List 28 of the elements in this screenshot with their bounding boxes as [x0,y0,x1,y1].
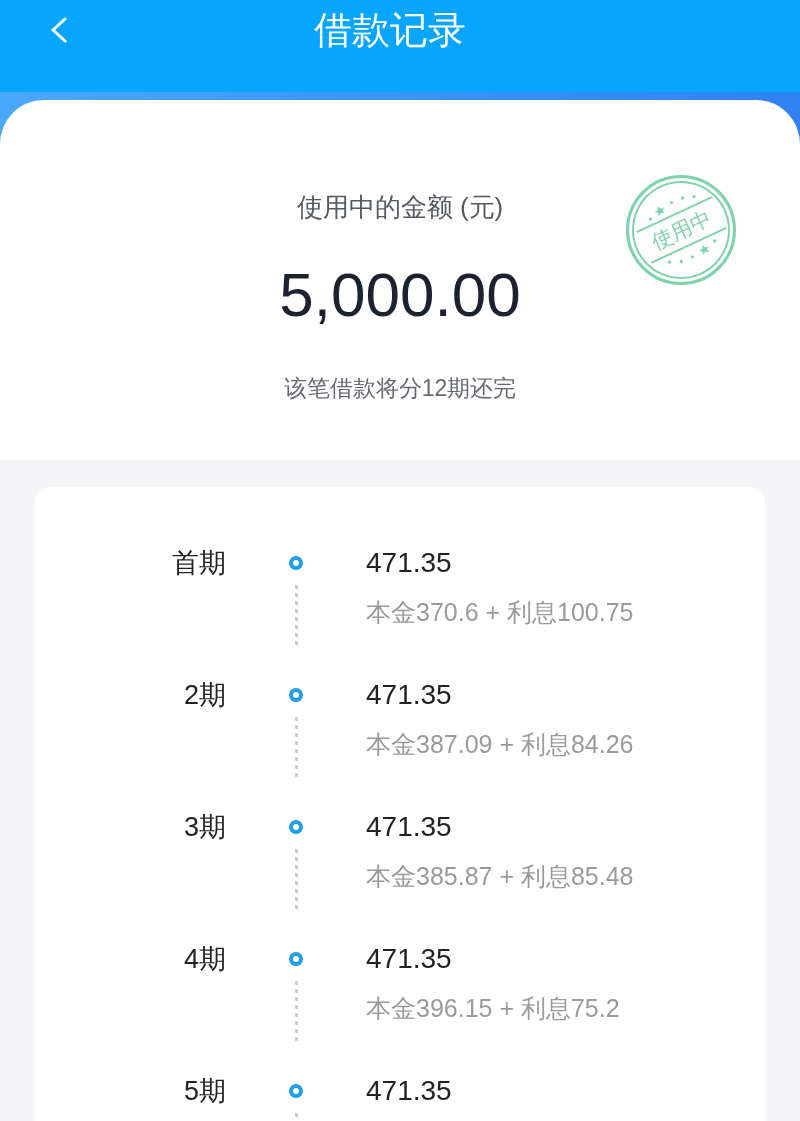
installment-amount: 471.35 [366,942,452,976]
page-title: 借款记录 [314,8,466,52]
installment-amount: 471.35 [366,810,452,844]
back-icon [50,17,68,43]
timeline-dot-icon [289,688,303,702]
amount-label: 使用中的金额 (元) [296,191,504,224]
installment-note: 该笔借款将分12期还完 [283,374,517,403]
timeline-dot-icon [289,952,303,966]
timeline-connector [294,585,298,648]
payment-breakdown: 本金370.6 + 利息100.75 [366,597,634,628]
timeline-connector [294,981,298,1044]
payment-breakdown: 本金396.15 + 利息75.2 [366,993,620,1024]
timeline-dot-icon [289,556,303,570]
installment-amount: 471.35 [366,678,452,712]
installment-amount: 471.35 [366,546,452,580]
payment-breakdown: 本金385.87 + 利息85.48 [366,861,634,892]
period-label: 4期 [183,943,226,976]
payment-breakdown: 本金387.09 + 利息84.26 [366,729,634,760]
period-label: 2期 [183,679,226,712]
period-label: 3期 [183,811,226,844]
timeline-dot-icon [289,1084,303,1098]
period-label: 5期 [183,1075,226,1108]
timeline-connector [294,717,298,780]
timeline-connector [294,849,298,912]
timeline-dot-icon [289,820,303,834]
installment-amount: 471.35 [366,1074,452,1108]
period-label: 首期 [172,547,226,580]
amount-value: 5,000.00 [279,259,521,331]
